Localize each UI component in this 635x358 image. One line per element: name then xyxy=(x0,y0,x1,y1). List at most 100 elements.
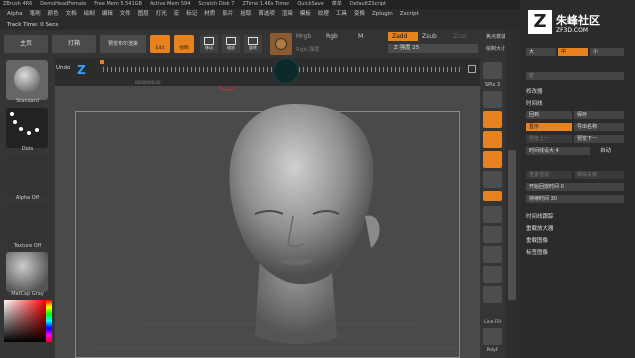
export-name-button[interactable]: 导出名称 xyxy=(574,123,624,131)
hue-slider[interactable] xyxy=(46,300,52,342)
menu-item[interactable]: Alpha xyxy=(7,11,23,17)
size-medium-button[interactable]: 中 xyxy=(558,48,588,56)
line-fill-label: Line Fill xyxy=(484,320,501,325)
aahalf-button[interactable] xyxy=(483,91,502,108)
rotate-view-button[interactable] xyxy=(483,266,502,283)
menu-item[interactable]: 模板 xyxy=(300,11,311,17)
menu-item[interactable]: 灯光 xyxy=(156,11,167,17)
rgb-toggle[interactable]: Rgb xyxy=(326,33,338,40)
floor-button[interactable] xyxy=(483,151,502,168)
menu-item[interactable]: 标记 xyxy=(186,11,197,17)
draw-button[interactable]: 绘制 xyxy=(174,35,194,53)
menu-item[interactable]: 文件 xyxy=(120,11,131,17)
macro-section[interactable]: 宏 xyxy=(526,72,624,80)
preview-render-button[interactable]: 预览布尔渲染 xyxy=(100,35,146,53)
reload-zoom-item[interactable]: 重载放大器 xyxy=(526,225,554,233)
matcap-label: MatCap Gray xyxy=(11,291,44,297)
lightbox-button[interactable]: 灯箱 xyxy=(52,35,96,53)
menu-item[interactable]: 材质 xyxy=(204,11,215,17)
menu-item[interactable]: 渲染 xyxy=(282,11,293,17)
titlebar-item: Active Mem 594 xyxy=(149,1,191,7)
timeline-header[interactable]: 时间线 xyxy=(526,100,543,108)
rotate-label: 旋转 xyxy=(249,45,257,50)
menu-item[interactable]: 图层 xyxy=(138,11,149,17)
frame-button[interactable] xyxy=(483,171,502,188)
menu-item[interactable]: Zplugin xyxy=(372,11,393,17)
rgb-intensity-slider[interactable]: Rgb 强度 xyxy=(296,45,320,53)
edit-button[interactable]: Edit xyxy=(150,35,170,53)
rotate-icon xyxy=(248,37,258,45)
size-large-button[interactable]: 大 xyxy=(526,48,556,56)
menu-item[interactable]: 拾取 xyxy=(240,11,251,17)
cursor-highlight-icon xyxy=(273,58,299,84)
menu-item[interactable]: 宏 xyxy=(174,11,180,17)
alpha-button[interactable] xyxy=(6,156,48,196)
start-playback-slider[interactable]: 开始回放时间 0 xyxy=(526,183,624,191)
right-scrollbar[interactable] xyxy=(505,30,520,358)
zoom-view-button[interactable] xyxy=(483,246,502,263)
reset-persp-button[interactable]: 重置透视 xyxy=(526,171,572,179)
marker-image-item[interactable]: 标签图像 xyxy=(526,249,548,257)
menu-item[interactable]: 绘制 xyxy=(84,11,95,17)
local-button[interactable] xyxy=(483,111,502,128)
material-swatch-button[interactable] xyxy=(270,33,292,55)
texture-button[interactable] xyxy=(6,204,48,244)
titlebar-item: 菜单 xyxy=(331,1,342,7)
goto-button[interactable]: 回到 xyxy=(526,111,572,119)
preview-prev-button[interactable]: 预览上一 xyxy=(526,135,572,143)
move-view-button[interactable] xyxy=(483,226,502,243)
sphere-icon xyxy=(275,38,287,50)
timeline-track-item[interactable]: 时间线跟踪 xyxy=(526,213,554,221)
modifier-header[interactable]: 修改器 xyxy=(526,88,543,96)
scroll-button[interactable] xyxy=(483,62,502,79)
scale-tool[interactable]: 缩放 xyxy=(222,35,240,53)
remove-keys-button[interactable]: 移除关键 xyxy=(574,171,624,179)
reload-image-item[interactable]: 重载图像 xyxy=(526,237,548,245)
show-button[interactable]: 显示 xyxy=(526,123,572,131)
zadd-toggle[interactable]: Zadd xyxy=(388,32,418,41)
menu-item[interactable]: 文档 xyxy=(66,11,77,17)
polyf-label: PolyF xyxy=(486,348,499,353)
menu-item[interactable]: 颜色 xyxy=(48,11,59,17)
zsub-toggle[interactable]: Zsub xyxy=(422,33,437,40)
draw-label: 绘制 xyxy=(179,46,189,51)
rotate-tool[interactable]: 旋转 xyxy=(244,35,262,53)
menu-item[interactable]: Zscript xyxy=(400,11,419,17)
scrollbar-thumb[interactable] xyxy=(508,150,516,300)
stroke-dots-button[interactable] xyxy=(6,108,48,148)
menu-item[interactable]: 工具 xyxy=(336,11,347,17)
save-button[interactable]: 保存 xyxy=(574,111,624,119)
duration-slider[interactable]: 持续时间 30 xyxy=(526,195,624,203)
standard-brush-button[interactable] xyxy=(6,60,48,100)
menu-item[interactable]: 影片 xyxy=(222,11,233,17)
timeline-end-checkbox[interactable] xyxy=(468,65,476,73)
m-toggle[interactable]: M xyxy=(358,33,363,40)
size-small-button[interactable]: 小 xyxy=(590,48,624,56)
right-shelf: SPix 3 Line Fill PolyF xyxy=(480,58,505,358)
z-intensity-slider[interactable]: Z 强度 25 xyxy=(388,44,478,53)
menu-item[interactable]: 纹理 xyxy=(318,11,329,17)
polyf-button[interactable] xyxy=(483,328,502,345)
preview-next-button[interactable]: 预览下一 xyxy=(574,135,624,143)
menu-item[interactable]: 首选项 xyxy=(258,11,275,17)
matcap-material-button[interactable] xyxy=(6,252,48,292)
qxyz-button[interactable] xyxy=(483,191,502,201)
color-picker[interactable] xyxy=(4,300,46,342)
titlebar-item: DemoHeadFemale xyxy=(40,1,87,7)
mrgb-toggle[interactable]: Mrgb xyxy=(296,33,311,40)
canvas-viewport[interactable] xyxy=(55,86,480,358)
right-tray: Z 朱峰社区 ZF3D.COM 大 中 小 宏 修改器 时间线 回到 保存 显示… xyxy=(520,0,635,358)
line-fill-button[interactable] xyxy=(483,286,502,303)
move-label: 移动 xyxy=(205,45,213,50)
home-button[interactable]: 主页 xyxy=(4,35,48,53)
persp-button[interactable] xyxy=(483,131,502,148)
move-tool[interactable]: 移动 xyxy=(200,35,218,53)
timeline-size-slider[interactable]: 时间线设大 4 xyxy=(526,147,590,155)
menu-item[interactable]: 编辑 xyxy=(102,11,113,17)
auto-button[interactable]: 自动 xyxy=(600,147,611,155)
menu-item[interactable]: 变换 xyxy=(354,11,365,17)
menu-item[interactable]: 笔刷 xyxy=(30,11,41,17)
symmetry-button[interactable] xyxy=(483,206,502,223)
titlebar-item: Free Mem 5.541GB xyxy=(94,1,142,7)
zcut-toggle[interactable]: Zcut xyxy=(453,33,467,40)
